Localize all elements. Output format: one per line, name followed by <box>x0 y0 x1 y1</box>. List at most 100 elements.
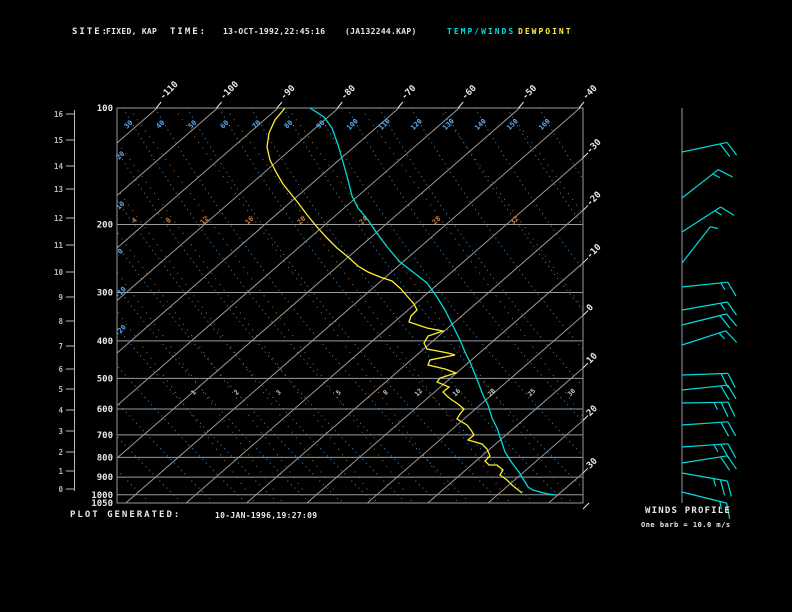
wind-barb <box>681 472 733 497</box>
isotherm-line <box>306 262 583 503</box>
plot-generated-label: PLOT GENERATED: <box>70 510 182 520</box>
moist-adiabat-line <box>173 108 459 503</box>
dry-adiabat-label: 140 <box>473 117 488 132</box>
label-layer: 1002003004005006007008009001000105016151… <box>54 80 604 510</box>
moist-adiabat-label: 8 <box>164 216 173 225</box>
wind-barb-full <box>726 301 737 316</box>
isotherm-right-tick <box>582 205 589 211</box>
wind-barb-staff <box>681 226 711 264</box>
isotherm-line <box>125 108 581 503</box>
wind-barb <box>681 455 737 471</box>
skewt-app-screen: SITE: FIXED, KAP TIME: 13-OCT-1992,22:45… <box>0 0 792 612</box>
dry-adiabat-label: 130 <box>441 117 456 132</box>
dry-adiabat-label: 120 <box>409 117 424 132</box>
dry-adiabat-curve <box>117 199 372 501</box>
isotherm-top-label: -100 <box>219 80 241 102</box>
pressure-label: 300 <box>97 289 113 299</box>
wind-barb-half <box>720 282 726 291</box>
moist-adiabat-label: 4 <box>130 216 139 225</box>
dry-adiabat-curve <box>218 108 532 501</box>
wind-barb-half <box>713 444 719 453</box>
wind-profile-title: WINDS PROFILE <box>645 506 732 516</box>
mixing-ratio-label: 12 <box>413 387 424 398</box>
dry-adiabat-label: 160 <box>537 117 552 132</box>
pressure-label: 800 <box>97 453 113 463</box>
pressure-label: 400 <box>97 337 113 347</box>
dry-adiabat-curve <box>506 108 583 227</box>
mixing-ratio-label: 8 <box>381 388 389 396</box>
wind-barb <box>681 281 737 297</box>
plot-generated-value: 10-JAN-1996,19:27:09 <box>215 511 318 520</box>
height-label: 15 <box>54 136 63 145</box>
mixing-ratio-label: 2 <box>232 388 240 396</box>
wind-barb-half <box>714 210 722 216</box>
dry-adiabat-curve <box>122 108 436 501</box>
isotherm-top-tick <box>397 101 404 109</box>
isotherm-top-tick <box>276 101 283 109</box>
height-label: 1 <box>58 467 63 476</box>
moist-adiabat-line <box>225 108 511 503</box>
height-label: 4 <box>58 406 63 415</box>
dry-adiabat-curve <box>117 401 212 501</box>
wind-barb <box>681 421 737 437</box>
dry-adiabat-layer <box>117 108 583 501</box>
isotherm-top-tick <box>578 101 585 109</box>
wind-barb-half <box>710 226 719 230</box>
wind-barb-full <box>717 169 733 178</box>
wind-barb-full <box>726 142 738 156</box>
isotherm-top-label: -110 <box>158 80 180 102</box>
wind-barb-half <box>718 332 725 340</box>
isotherm-top-label: -40 <box>581 84 600 103</box>
dry-adiabat-label: 50 <box>187 119 199 131</box>
dry-adiabat-label: 70 <box>251 119 263 131</box>
wind-barb-full <box>719 143 731 158</box>
wind-barb <box>681 169 733 199</box>
height-label: 10 <box>54 268 64 277</box>
isotherm-corner-tick <box>582 502 590 510</box>
wind-barb-half <box>719 302 726 311</box>
isotherm-line <box>117 108 218 197</box>
wind-barb-half <box>713 402 719 410</box>
dry-adiabat-left-label: -10 <box>113 285 128 300</box>
isotherm-layer <box>117 108 583 503</box>
isotherm-right-tick <box>582 467 589 474</box>
isotherm-top-tick <box>457 101 464 109</box>
pressure-label: 700 <box>97 431 113 441</box>
mixing-ratio-label: 16 <box>451 387 462 398</box>
wind-barb <box>681 206 735 233</box>
pressure-label: 1050 <box>91 499 113 509</box>
wind-barb-full <box>727 443 737 459</box>
dry-adiabat-curve <box>538 108 583 180</box>
wind-barb-full <box>727 373 736 388</box>
isotherm-line <box>185 157 583 503</box>
moist-adiabat-line <box>117 310 256 503</box>
mixing-ratio-label: 25 <box>526 387 537 398</box>
wind-barb <box>681 330 738 346</box>
height-label: 7 <box>58 342 63 351</box>
wind-barb <box>681 301 737 316</box>
isotherm-top-label: -80 <box>339 84 358 103</box>
wind-barb-full <box>720 456 730 471</box>
isotherm-top-tick <box>155 101 162 109</box>
moist-adiabat-line <box>117 271 284 503</box>
isotherm-top-tick <box>216 101 222 109</box>
wind-barb-full <box>719 479 726 496</box>
height-label: 2 <box>58 448 63 457</box>
mixing-ratio-label: 5 <box>334 388 342 396</box>
mixing-ratio-label: 3 <box>274 388 282 396</box>
dry-adiabat-curve <box>474 108 583 271</box>
pressure-label: 600 <box>97 405 113 415</box>
wind-barb <box>681 226 719 264</box>
height-label: 12 <box>54 214 63 223</box>
dry-adiabat-label: 80 <box>283 119 295 131</box>
isotherm-top-tick <box>518 101 524 109</box>
wind-barb-half <box>712 478 717 487</box>
dry-adiabat-curve <box>378 108 583 388</box>
height-label: 3 <box>58 427 63 436</box>
dry-adiabat-curve <box>346 108 583 423</box>
wind-barb-scale-note: One barb = 10.0 m/s <box>641 521 731 529</box>
wind-barb-full <box>720 421 730 437</box>
dry-adiabat-label: 100 <box>345 117 360 132</box>
plot-border <box>116 107 584 504</box>
dry-adiabat-left-label: -20 <box>113 323 128 338</box>
